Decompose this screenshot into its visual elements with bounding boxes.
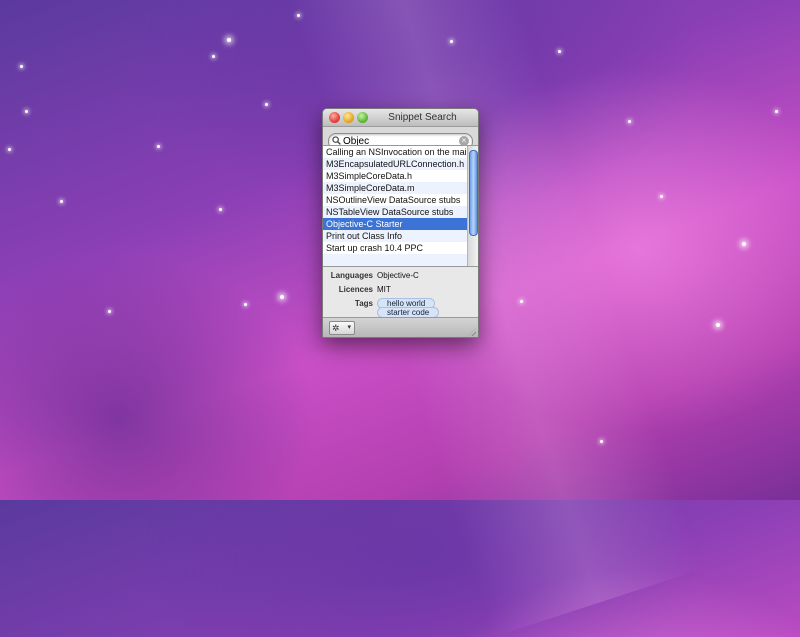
bottom-toolbar: ✲ ▾: [323, 317, 478, 337]
star: [212, 55, 215, 58]
action-menu-button[interactable]: ✲ ▾: [329, 321, 355, 335]
list-item[interactable]: M3EncapsulatedURLConnection.h: [323, 158, 468, 170]
star: [25, 110, 28, 113]
star: [157, 145, 160, 148]
list-item[interactable]: Calling an NSInvocation on the main: [323, 146, 468, 158]
results-list[interactable]: Calling an NSInvocation on the main M3En…: [323, 145, 478, 267]
licences-label: Licences: [338, 285, 373, 294]
licences-value: MIT: [377, 285, 391, 294]
resize-grip[interactable]: [468, 328, 476, 336]
star: [20, 65, 23, 68]
star: [108, 310, 111, 313]
star: [244, 303, 247, 306]
snippet-details: Languages Objective-C Licences MIT Tags …: [323, 265, 478, 318]
chevron-down-icon: ▾: [347, 324, 351, 331]
tags-label: Tags: [354, 299, 373, 308]
star: [628, 120, 631, 123]
list-item[interactable]: Start up crash 10.4 PPC: [323, 242, 468, 254]
star: [600, 440, 603, 443]
snippet-search-window: Snippet Search × Calling an NSInvocation…: [322, 108, 479, 338]
list-item-selected[interactable]: Objective-C Starter: [323, 218, 468, 230]
scrollbar-thumb[interactable]: [469, 150, 478, 236]
window-title: Snippet Search: [388, 112, 457, 123]
star: [558, 50, 561, 53]
gear-icon: ✲: [332, 323, 340, 333]
star: [265, 103, 268, 106]
close-button[interactable]: [329, 112, 340, 123]
star: [297, 14, 300, 17]
star: [219, 208, 222, 211]
star: [660, 195, 663, 198]
star: [716, 323, 720, 327]
list-item[interactable]: NSOutlineView DataSource stubs: [323, 194, 468, 206]
languages-value: Objective-C: [377, 271, 419, 280]
list-item[interactable]: M3SimpleCoreData.m: [323, 182, 468, 194]
title-bar[interactable]: Snippet Search: [323, 109, 478, 127]
star: [227, 38, 231, 42]
magnifier-icon: [332, 136, 341, 145]
list-item[interactable]: M3SimpleCoreData.h: [323, 170, 468, 182]
minimize-button[interactable]: [343, 112, 354, 123]
list-item[interactable]: NSTableView DataSource stubs: [323, 206, 468, 218]
list-scrollbar[interactable]: [467, 146, 478, 266]
star: [450, 40, 453, 43]
star: [742, 242, 746, 246]
list-item[interactable]: Print out Class Info: [323, 230, 468, 242]
star: [775, 110, 778, 113]
languages-label: Languages: [330, 271, 373, 280]
star: [60, 200, 63, 203]
zoom-button[interactable]: [357, 112, 368, 123]
star: [8, 148, 11, 151]
star: [280, 295, 284, 299]
star: [520, 300, 523, 303]
